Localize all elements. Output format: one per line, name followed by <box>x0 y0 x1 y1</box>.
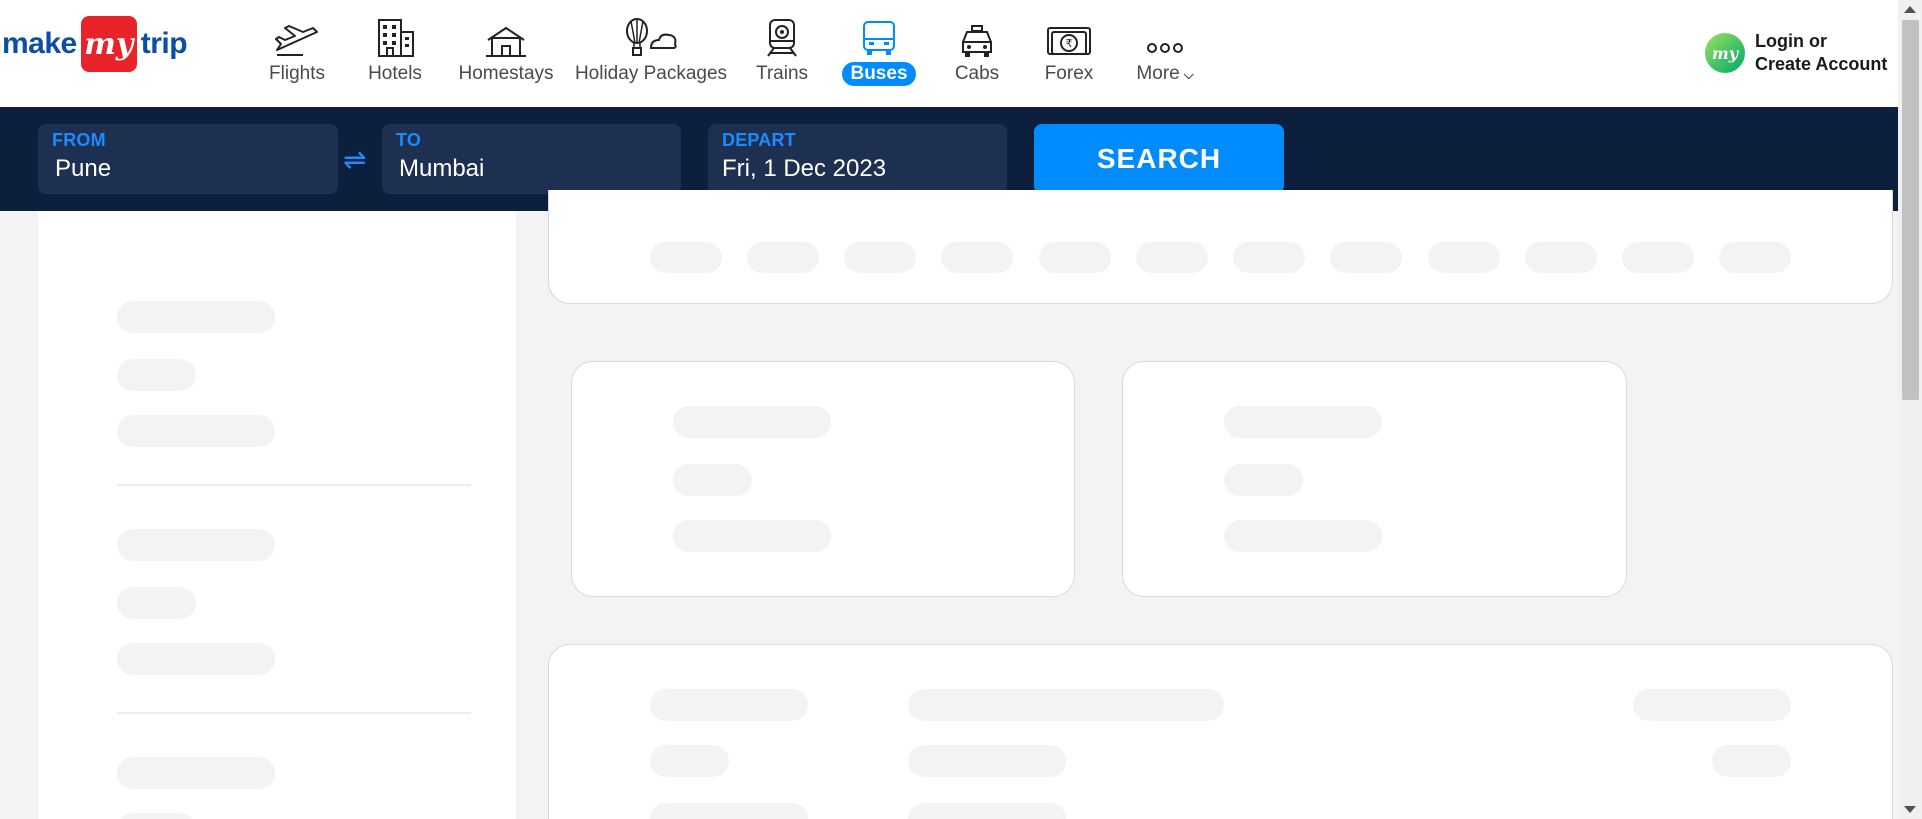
skeleton-chip <box>941 242 1013 273</box>
to-field[interactable]: TO Mumbai <box>382 124 681 194</box>
skeleton-chip <box>844 242 916 273</box>
skeleton-chip <box>1039 242 1111 273</box>
skeleton-bar <box>117 813 196 819</box>
to-label: TO <box>396 130 422 150</box>
skeleton-bar <box>117 587 196 619</box>
skeleton-chip <box>1330 242 1402 273</box>
train-icon <box>764 18 800 58</box>
divider <box>117 712 471 714</box>
skeleton-bar <box>908 745 1066 777</box>
nav-homestays[interactable]: Homestays <box>451 18 561 88</box>
nav-label-homestays: Homestays <box>458 63 554 84</box>
nav-label-buses: Buses <box>842 62 916 86</box>
nav-trains[interactable]: Trains <box>740 18 824 88</box>
offer-card-skeleton <box>1122 361 1627 597</box>
svg-text:₹: ₹ <box>1066 37 1073 50</box>
nav-forex[interactable]: ₹ Forex <box>1026 18 1112 88</box>
skeleton-chip <box>747 242 819 273</box>
skeleton-chip <box>1136 242 1208 273</box>
skeleton-bar <box>1224 520 1382 552</box>
nav-cabs[interactable]: Cabs <box>934 18 1020 88</box>
flight-icon <box>273 18 321 58</box>
skeleton-bar <box>673 464 752 496</box>
bus-icon <box>861 18 897 58</box>
quick-filters-skeleton <box>548 190 1893 304</box>
holiday-packages-icon <box>623 18 679 58</box>
filters-sidebar-skeleton <box>38 211 516 819</box>
scrollbar-thumb[interactable] <box>1902 20 1919 400</box>
skeleton-bar <box>1712 745 1791 777</box>
skeleton-bar <box>1224 406 1382 438</box>
skeleton-bar <box>650 745 729 777</box>
skeleton-bar <box>117 757 275 789</box>
skeleton-chip <box>1525 242 1597 273</box>
divider <box>117 484 471 486</box>
top-header: make my trip Flights Hotels Homestays Ho… <box>0 0 1898 107</box>
search-button[interactable]: SEARCH <box>1034 124 1284 194</box>
chevron-down-icon: ⌵ <box>1183 67 1194 82</box>
skeleton-bar <box>117 415 275 447</box>
nav-label-trains: Trains <box>755 63 809 84</box>
offer-card-skeleton <box>571 361 1075 597</box>
logo-word-make: make <box>2 27 77 60</box>
skeleton-bar <box>117 359 196 391</box>
forex-icon: ₹ <box>1046 18 1092 58</box>
nav-holiday-packages[interactable]: Holiday Packages <box>575 18 727 88</box>
nav-label-flights: Flights <box>269 63 325 84</box>
more-icon <box>1145 18 1185 58</box>
from-label: FROM <box>52 130 106 150</box>
bus-listing-skeleton <box>548 644 1893 819</box>
to-value: Mumbai <box>399 155 485 182</box>
skeleton-bar <box>650 803 808 819</box>
swap-icon[interactable]: ⇌ <box>343 143 366 176</box>
user-avatar-icon: my <box>1705 33 1745 73</box>
cab-icon <box>959 18 995 58</box>
skeleton-bar <box>1224 464 1303 496</box>
depart-label: DEPART <box>722 130 796 150</box>
from-field[interactable]: FROM Pune <box>38 124 338 194</box>
skeleton-bar <box>117 301 275 333</box>
logo-badge-my: my <box>80 16 137 72</box>
nav-label-more: More ⌵ <box>1128 62 1201 87</box>
login-line1: Login or <box>1755 31 1827 51</box>
skeleton-bar <box>650 689 808 721</box>
nav-label-forex: Forex <box>1044 63 1094 84</box>
more-text: More <box>1136 63 1180 84</box>
skeleton-chip <box>1622 242 1694 273</box>
depart-field[interactable]: DEPART Fri, 1 Dec 2023 <box>708 124 1007 194</box>
nav-label-hotels: Hotels <box>368 63 422 84</box>
skeleton-chip <box>1428 242 1500 273</box>
hotel-icon <box>373 18 417 58</box>
scroll-up-icon[interactable] <box>1904 6 1916 13</box>
nav-more[interactable]: More ⌵ <box>1122 18 1208 88</box>
skeleton-bar <box>1633 689 1791 721</box>
depart-value: Fri, 1 Dec 2023 <box>722 155 887 182</box>
skeleton-bar <box>673 520 831 552</box>
logo-word-trip: trip <box>140 27 188 60</box>
skeleton-chip <box>1233 242 1305 273</box>
skeleton-bar <box>673 406 831 438</box>
nav-label-cabs: Cabs <box>954 63 1000 84</box>
nav-label-holiday-packages: Holiday Packages <box>574 63 728 84</box>
skeleton-chip <box>650 242 722 273</box>
skeleton-bar <box>908 803 1066 819</box>
login-line2: Create Account <box>1755 54 1888 74</box>
skeleton-bar <box>908 689 1224 721</box>
makemytrip-logo[interactable]: make my trip <box>2 16 188 72</box>
skeleton-chip <box>1719 242 1791 273</box>
skeleton-bar <box>117 529 275 561</box>
nav-buses[interactable]: Buses <box>836 18 922 88</box>
nav-hotels[interactable]: Hotels <box>353 18 437 88</box>
login-text: Login or Create Account <box>1755 30 1887 76</box>
page-scrollbar[interactable] <box>1898 0 1922 819</box>
homestay-icon <box>484 18 528 58</box>
scroll-down-icon[interactable] <box>1904 806 1916 813</box>
nav-flights[interactable]: Flights <box>255 18 339 88</box>
from-value: Pune <box>55 155 112 182</box>
skeleton-bar <box>117 643 275 675</box>
login-create-account[interactable]: my Login or Create Account <box>1705 30 1887 76</box>
